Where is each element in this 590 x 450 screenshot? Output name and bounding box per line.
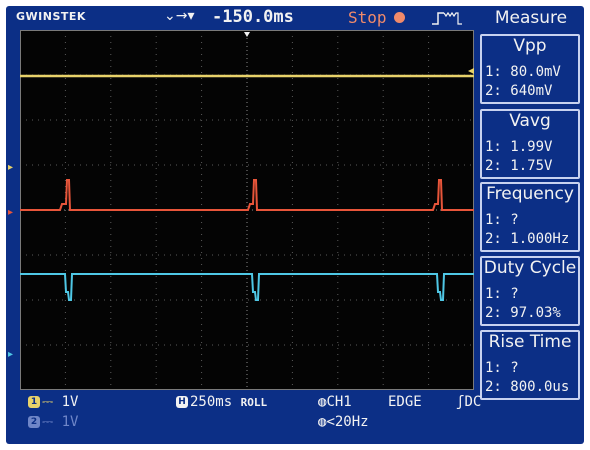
bottom-status-bar: 1 ⎓ 1V 2 ⎓ 1V H 250ms ROLL ◍CH1 EDGE ʃDC ◍<…: [6, 392, 584, 444]
measure-name: Vpp: [513, 36, 547, 56]
measure-item-duty-cycle[interactable]: Duty Cycle 1: ? 2: 97.03%: [480, 256, 580, 326]
timebase-value: 250ms: [190, 394, 233, 410]
horizontal-icon: H: [176, 396, 188, 408]
ch1-ground-marker-icon[interactable]: ▸: [8, 162, 13, 173]
trigger-type[interactable]: EDGE: [388, 394, 422, 410]
ch1-scale[interactable]: 1 ⎓ 1V: [28, 394, 78, 410]
acquire-mode: ROLL: [240, 396, 268, 409]
measure-item-frequency[interactable]: Frequency 1: ? 2: 1.000Hz: [480, 182, 580, 252]
timebase-readout[interactable]: H 250ms ROLL: [176, 394, 267, 410]
ch2-ground-marker-icon[interactable]: ▸: [8, 349, 13, 360]
measure-name: Vavg: [509, 111, 551, 131]
measure-ch1-value: 1: 80.0mV: [482, 64, 578, 83]
trigger-source-value: CH1: [326, 394, 352, 410]
measure-name: Duty Cycle: [483, 258, 577, 278]
trigger-coupling[interactable]: ʃDC: [456, 394, 481, 410]
trigger-position-icon: ⌄→▾: [164, 8, 195, 24]
measure-panel: Measure Vpp 1: 80.0mV 2: 640mV Vavg 1: 1…: [478, 6, 584, 444]
measure-item-vavg[interactable]: Vavg 1: 1.99V 2: 1.75V: [480, 109, 580, 179]
measure-name: Rise Time: [488, 332, 572, 352]
measure-ch1-value: 1: 1.99V: [482, 139, 578, 158]
measure-ch1-value: 1: ?: [482, 286, 578, 305]
ch2-scale-value: 1V: [61, 414, 79, 430]
measure-name: Frequency: [486, 184, 574, 204]
coupling-value: DC: [464, 394, 482, 410]
trigger-source[interactable]: ◍CH1: [318, 394, 352, 410]
measure-ch1-value: 1: ?: [482, 360, 578, 379]
dc-coupling-icon: ⎓: [42, 394, 54, 410]
ch1-scale-value: 1V: [61, 394, 79, 410]
trigger-level-marker-icon: [468, 68, 474, 74]
stop-indicator-icon: [394, 12, 405, 23]
filter-value: <20Hz: [326, 414, 369, 430]
dc-coupling-icon: ⎓: [42, 414, 54, 430]
measure-ch2-value: 2: 97.03%: [482, 305, 578, 324]
waveform-grid[interactable]: [20, 30, 474, 390]
frequency-filter[interactable]: ◍<20Hz: [318, 414, 369, 430]
measure-title: Measure: [494, 8, 568, 28]
ch2-badge-icon: 2: [28, 416, 40, 428]
oscilloscope-screen: GWINSTEK ⌄→▾ -150.0ms Stop ▸ ▸ ▸ Measure…: [6, 6, 584, 444]
run-stop-status[interactable]: Stop: [348, 8, 387, 27]
measure-item-rise-time[interactable]: Rise Time 1: ? 2: 800.0us: [480, 330, 580, 400]
measure-ch2-value: 2: 1.75V: [482, 158, 578, 177]
ch1-badge-icon: 1: [28, 396, 40, 408]
status-bar: GWINSTEK ⌄→▾ -150.0ms Stop: [6, 6, 472, 30]
math-ground-marker-icon[interactable]: ▸: [8, 207, 13, 218]
trigger-edge-icon: [432, 11, 462, 25]
measure-item-vpp[interactable]: Vpp 1: 80.0mV 2: 640mV: [480, 34, 580, 104]
measure-ch2-value: 2: 1.000Hz: [482, 231, 578, 250]
measure-ch2-value: 2: 640mV: [482, 83, 578, 102]
ch2-scale[interactable]: 2 ⎓ 1V: [28, 414, 78, 430]
time-position-readout: -150.0ms: [212, 7, 294, 27]
measure-ch1-value: 1: ?: [482, 212, 578, 231]
brand-logo: GWINSTEK: [16, 10, 86, 23]
trigger-marker-top-icon: [244, 32, 250, 37]
waveform-svg: [20, 30, 474, 390]
